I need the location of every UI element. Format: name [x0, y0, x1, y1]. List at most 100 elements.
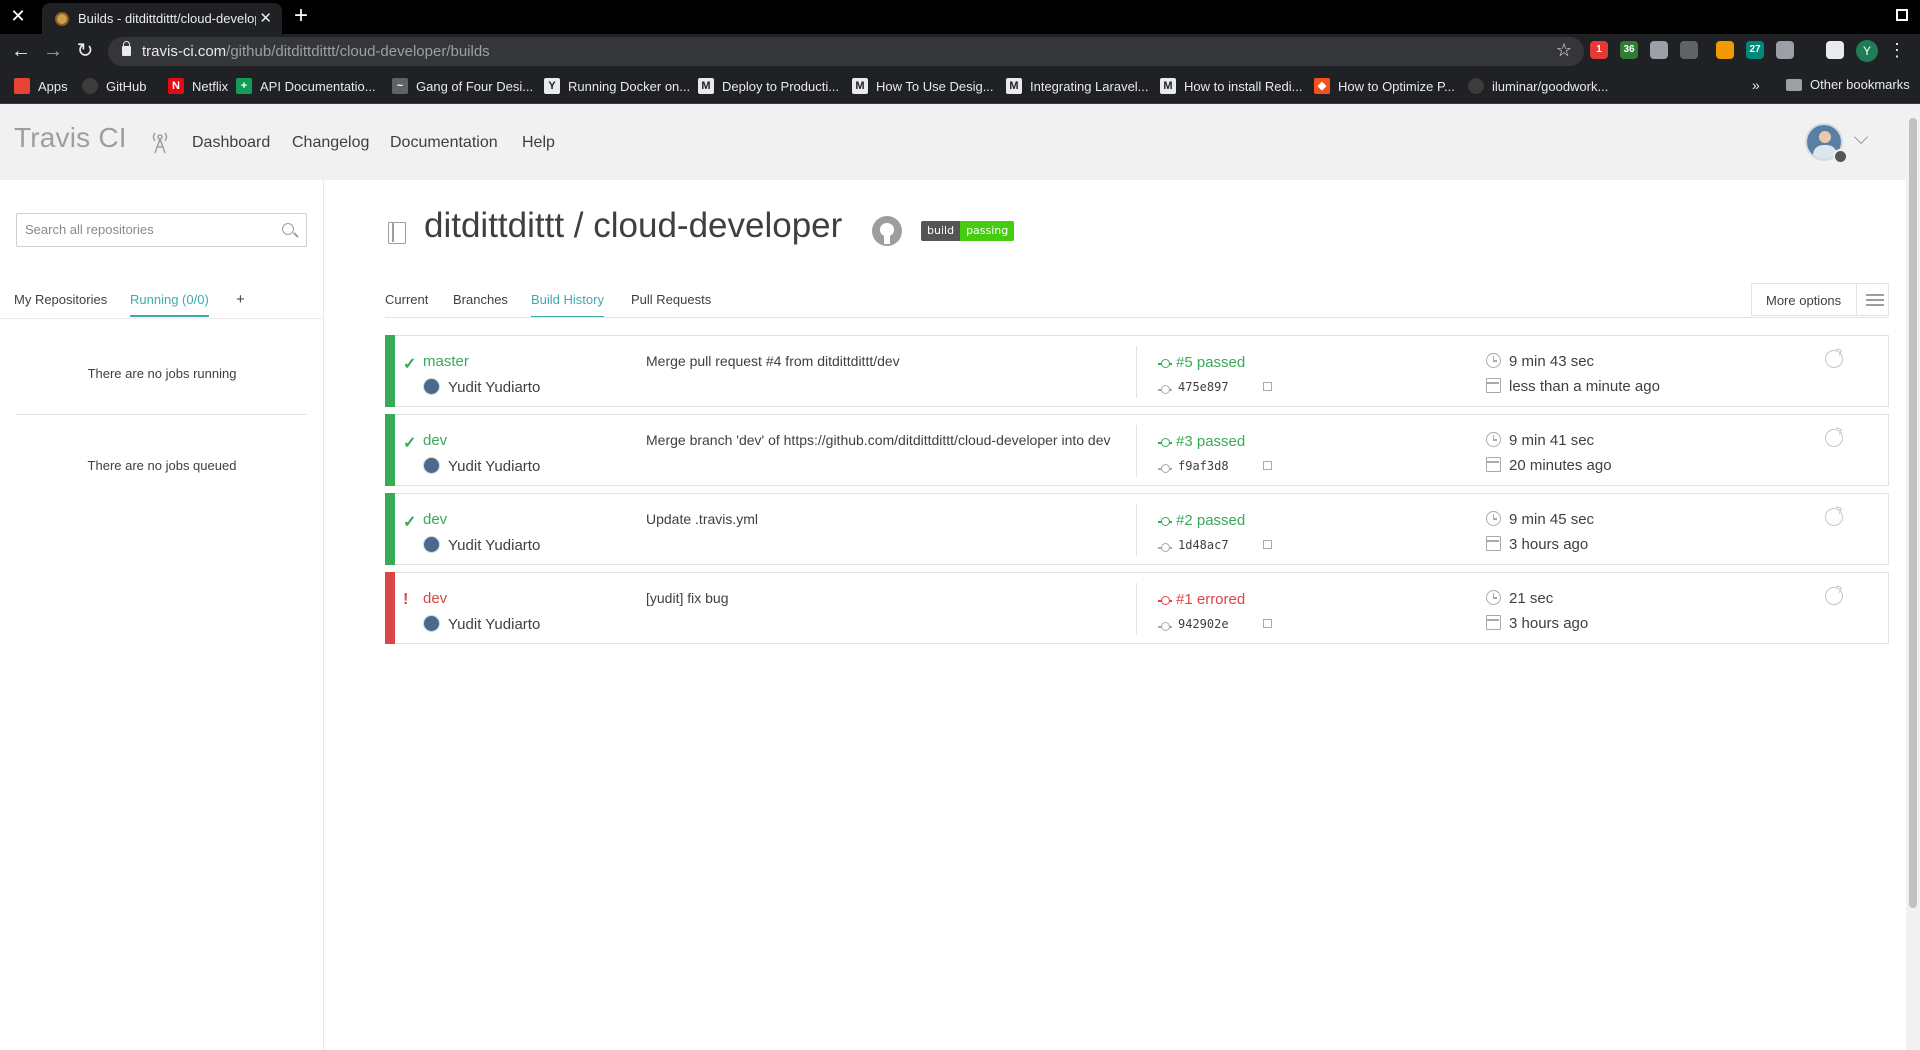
- tab-my-repositories[interactable]: My Repositories: [14, 292, 107, 307]
- page-scrollbar[interactable]: [1906, 104, 1920, 1050]
- add-repo-button[interactable]: +: [236, 291, 245, 308]
- sidebar: My Repositories Running (0/0) + There ar…: [0, 180, 324, 1050]
- external-link-icon[interactable]: [1263, 382, 1272, 391]
- bookmarks-overflow-icon[interactable]: »: [1752, 77, 1760, 93]
- branch-name[interactable]: dev: [423, 590, 447, 607]
- travis-logo[interactable]: Travis CI: [14, 122, 127, 154]
- build-number[interactable]: #2 passed: [1176, 512, 1245, 529]
- nav-dashboard[interactable]: Dashboard: [192, 134, 270, 152]
- commit-sha[interactable]: 475e897: [1178, 380, 1229, 394]
- divider: [1136, 425, 1137, 477]
- ext-chat-icon[interactable]: 36: [1620, 41, 1638, 59]
- nav-changelog[interactable]: Changelog: [292, 134, 369, 152]
- window-restore-icon[interactable]: [1896, 9, 1908, 21]
- build-number[interactable]: #5 passed: [1176, 354, 1245, 371]
- browser-tab[interactable]: Builds - ditdittdittt/cloud-developer ✕: [42, 3, 282, 34]
- tab-current[interactable]: Current: [385, 292, 428, 307]
- browser-menu-icon[interactable]: ⋮: [1888, 39, 1906, 61]
- commit-sha[interactable]: 942902e: [1178, 617, 1229, 631]
- bookmark-item[interactable]: GitHub: [82, 77, 146, 95]
- tab-running[interactable]: Running (0/0): [130, 292, 209, 317]
- extension-badge: 36: [1623, 44, 1635, 55]
- build-row[interactable]: ✓ dev Yudit Yudiarto Merge branch 'dev' of …: [385, 414, 1889, 486]
- ext-code-icon[interactable]: [1680, 41, 1698, 59]
- badge-label: build: [921, 221, 961, 241]
- chevron-down-icon[interactable]: [1853, 129, 1869, 145]
- restart-build-icon[interactable]: [1825, 429, 1843, 447]
- tab-branches[interactable]: Branches: [453, 292, 508, 307]
- restart-build-icon[interactable]: [1825, 508, 1843, 526]
- ext-adblock-icon[interactable]: 1: [1590, 41, 1608, 59]
- build-row[interactable]: ✓ master Yudit Yudiarto Merge pull request …: [385, 335, 1889, 407]
- bookmark-item[interactable]: ~ Gang of Four Desi...: [392, 77, 533, 95]
- bookmark-item[interactable]: N Netflix: [168, 77, 228, 95]
- build-duration: 21 sec: [1509, 590, 1554, 607]
- broadcast-tower-icon[interactable]: [150, 130, 170, 154]
- commit-message[interactable]: Update .travis.yml: [646, 511, 1116, 527]
- divider: [0, 318, 323, 319]
- repo-title: ditdittdittt / cloud-developer: [424, 206, 843, 245]
- bookmark-item[interactable]: M Integrating Laravel...: [1006, 77, 1149, 95]
- reload-icon[interactable]: ↻: [72, 39, 98, 65]
- build-row[interactable]: ! dev Yudit Yudiarto [yudit] fix bug #1 erro…: [385, 572, 1889, 644]
- scroll-thumb[interactable]: [1909, 118, 1917, 908]
- check-icon: ✓: [403, 356, 417, 373]
- ext-shield-icon[interactable]: [1776, 41, 1794, 59]
- clock-icon: [1486, 432, 1501, 447]
- bookmark-star-icon[interactable]: ☆: [1556, 40, 1572, 61]
- bookmark-label: How to Optimize P...: [1338, 78, 1455, 94]
- address-bar[interactable]: travis-ci.com/github/ditdittdittt/cloud-…: [108, 37, 1584, 66]
- commit-message[interactable]: Merge pull request #4 from ditdittdittt/…: [646, 353, 1116, 369]
- other-bookmarks[interactable]: Other bookmarks: [1786, 77, 1910, 92]
- build-number[interactable]: #3 passed: [1176, 433, 1245, 450]
- author-avatar: [423, 536, 440, 553]
- bookmark-item[interactable]: ◆ How to Optimize P...: [1314, 77, 1455, 95]
- bookmark-item[interactable]: M How To Use Desig...: [852, 77, 994, 95]
- external-link-icon[interactable]: [1263, 540, 1272, 549]
- back-arrow-icon[interactable]: ←: [8, 39, 34, 65]
- ext-playlist-icon[interactable]: [1826, 41, 1844, 59]
- tab-build-history[interactable]: Build History: [531, 292, 604, 318]
- ext-calendar-icon[interactable]: 27: [1746, 41, 1764, 59]
- repo-search[interactable]: [16, 213, 307, 247]
- restart-build-icon[interactable]: [1825, 350, 1843, 368]
- search-input[interactable]: [25, 222, 275, 237]
- search-icon[interactable]: [282, 223, 294, 235]
- nav-help[interactable]: Help: [522, 134, 555, 152]
- external-link-icon[interactable]: [1263, 619, 1272, 628]
- commit-sha[interactable]: 1d48ac7: [1178, 538, 1229, 552]
- commit-message[interactable]: [yudit] fix bug: [646, 590, 1116, 606]
- bookmark-item[interactable]: Y Running Docker on...: [544, 77, 690, 95]
- bookmark-item[interactable]: M How to install Redi...: [1160, 77, 1303, 95]
- build-number[interactable]: #1 errored: [1176, 591, 1245, 608]
- forward-arrow-icon[interactable]: →: [40, 39, 66, 65]
- build-status-badge[interactable]: build passing: [921, 221, 1015, 241]
- window-close-icon[interactable]: ✕: [8, 6, 28, 26]
- bookmark-item[interactable]: + API Documentatio...: [236, 77, 376, 95]
- tab-close-icon[interactable]: ✕: [259, 9, 272, 27]
- no-jobs-running: There are no jobs running: [87, 366, 237, 381]
- author-avatar: [423, 457, 440, 474]
- bookmark-label: GitHub: [106, 78, 147, 94]
- commit-sha[interactable]: f9af3d8: [1178, 459, 1229, 473]
- bookmark-item[interactable]: Apps: [14, 77, 68, 95]
- restart-build-icon[interactable]: [1825, 587, 1843, 605]
- ext-cookie-icon[interactable]: [1716, 41, 1734, 59]
- bookmark-item[interactable]: iluminar/goodwork...: [1468, 77, 1608, 95]
- lock-icon: [122, 41, 131, 56]
- build-row[interactable]: ✓ dev Yudit Yudiarto Update .travis.yml #2 p…: [385, 493, 1889, 565]
- github-icon[interactable]: [872, 216, 902, 246]
- branch-name[interactable]: master: [423, 353, 469, 370]
- profile-avatar[interactable]: Y: [1856, 40, 1878, 62]
- extension-badge: 1: [1596, 44, 1602, 55]
- more-options-button[interactable]: More options: [1751, 283, 1889, 316]
- bookmark-item[interactable]: M Deploy to Producti...: [698, 77, 839, 95]
- commit-message[interactable]: Merge branch 'dev' of https://github.com…: [646, 432, 1116, 448]
- tab-pull-requests[interactable]: Pull Requests: [631, 292, 711, 307]
- external-link-icon[interactable]: [1263, 461, 1272, 470]
- new-tab-icon[interactable]: +: [294, 3, 308, 29]
- nav-documentation[interactable]: Documentation: [390, 134, 498, 152]
- branch-name[interactable]: dev: [423, 432, 447, 449]
- ext-globe-icon[interactable]: [1650, 41, 1668, 59]
- branch-name[interactable]: dev: [423, 511, 447, 528]
